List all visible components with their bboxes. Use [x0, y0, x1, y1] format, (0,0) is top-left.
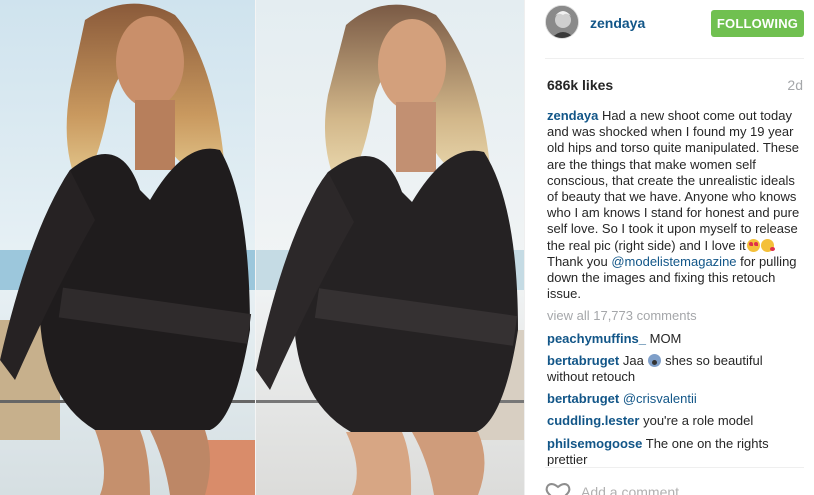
comment-item: cuddling.lester you're a role model [547, 413, 805, 429]
following-button[interactable]: FOLLOWING [711, 10, 804, 37]
post-header: zendaya FOLLOWING [525, 0, 814, 48]
caption-mention[interactable]: @modelistemagazine [611, 254, 736, 269]
post-image[interactable] [0, 0, 524, 495]
caption-username[interactable]: zendaya [547, 108, 598, 123]
comment-item: bertabruget Jaa shes so beautiful withou… [547, 353, 805, 385]
post-author-username[interactable]: zendaya [590, 15, 645, 31]
heart-eyes-emoji-icon [746, 238, 760, 252]
comments-list: zendaya Had a new shoot come out today a… [547, 108, 805, 466]
comment-username[interactable]: bertabruget [547, 353, 619, 368]
comment-item: philsemogoose The one on the rights pret… [547, 436, 805, 466]
comment-mention[interactable]: @crisvalentii [623, 391, 697, 406]
comment-username[interactable]: cuddling.lester [547, 413, 639, 428]
post-time[interactable]: 2d [787, 77, 803, 93]
comment-text: MOM [649, 330, 682, 346]
comment-username[interactable]: bertabruget [547, 391, 619, 406]
scream-emoji-icon [648, 353, 662, 367]
caption-thanks: Thank you [547, 253, 608, 269]
comment-item: bertabruget @crisvalentii [547, 391, 805, 407]
photo-original [256, 0, 524, 495]
post-sidebar: zendaya FOLLOWING 686k likes 2d zendaya … [524, 0, 814, 495]
avatar[interactable] [545, 5, 579, 39]
comment-username[interactable]: peachymuffins_ [547, 331, 646, 346]
add-comment-input[interactable]: Add a comment... [581, 484, 691, 495]
kiss-emoji-icon [760, 238, 775, 252]
view-all-comments-link[interactable]: view all 17,773 comments [547, 308, 805, 324]
avatar-image [546, 6, 578, 38]
post-actions: Add a comment... [525, 468, 814, 495]
post-caption: zendaya Had a new shoot come out today a… [547, 108, 805, 302]
header-divider [545, 58, 804, 59]
comment-username[interactable]: philsemogoose [547, 436, 642, 451]
comment-text: you're a role model [643, 413, 754, 429]
heart-outline-icon[interactable] [545, 482, 571, 495]
likes-count[interactable]: 686k likes [547, 77, 613, 93]
comment-item: peachymuffins_ MOM [547, 331, 805, 347]
comment-text: Jaa [622, 352, 644, 368]
caption-text: Had a new shoot come out today and was s… [547, 108, 800, 253]
photo-retouched [0, 0, 256, 495]
